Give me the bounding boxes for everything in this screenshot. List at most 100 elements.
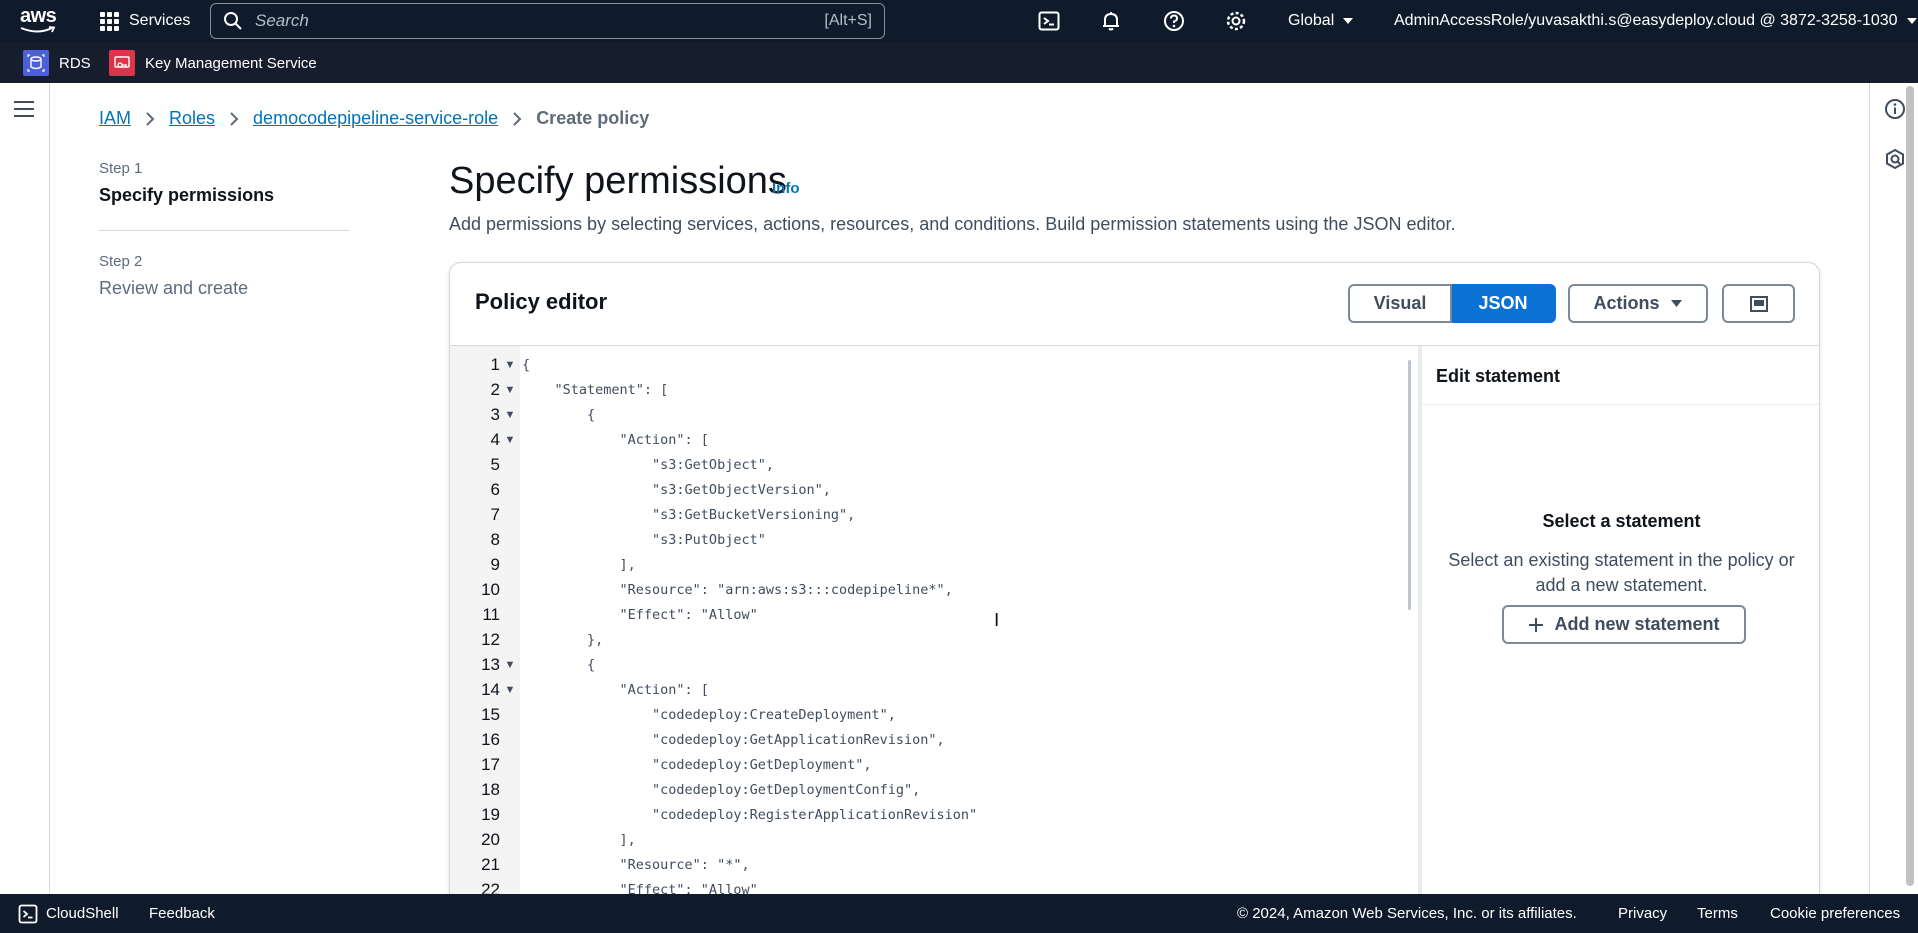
select-statement-description: Select an existing statement in the poli… xyxy=(1448,550,1795,595)
code-line[interactable]: 22 "Effect": "Allow" xyxy=(450,877,1418,895)
fold-caret-icon[interactable]: ▼ xyxy=(500,434,520,446)
notifications-bell-icon[interactable] xyxy=(1098,8,1124,34)
breadcrumb-role-name[interactable]: democodepipeline-service-role xyxy=(253,108,498,129)
breadcrumb-iam[interactable]: IAM xyxy=(99,108,131,129)
line-number: 12 xyxy=(481,629,500,649)
fold-caret-icon[interactable]: ▼ xyxy=(500,409,520,421)
page-scrollbar[interactable] xyxy=(1906,86,1914,886)
line-number: 18 xyxy=(481,779,500,799)
json-mode-button[interactable]: JSON xyxy=(1452,284,1556,323)
code-line[interactable]: 4 ▼ "Action": [ xyxy=(450,427,1418,452)
aws-logo-text: aws xyxy=(20,5,57,27)
line-number: 4 xyxy=(490,429,500,449)
code-line[interactable]: 20 ], xyxy=(450,827,1418,852)
search-input[interactable] xyxy=(255,11,825,31)
code-text: "codedeploy:CreateDeployment", xyxy=(522,706,896,723)
line-number: 13 xyxy=(481,654,500,674)
policy-editor-title: Policy editor xyxy=(475,289,608,314)
json-code-editor[interactable]: 1 ▼{2 ▼ "Statement": [3 ▼ {4 ▼ "Action": [5 … xyxy=(450,346,1418,894)
account-label: AdminAccessRole/yuvasakthi.s@easydeploy.… xyxy=(1394,12,1898,29)
code-line[interactable]: 11 "Effect": "Allow" xyxy=(450,602,1418,627)
toggle-side-panel-button[interactable] xyxy=(1722,284,1795,323)
services-grid-icon xyxy=(100,11,119,31)
settings-gear-icon[interactable] xyxy=(1223,8,1249,34)
line-number: 6 xyxy=(490,479,500,499)
favorite-kms[interactable]: Key Management Service xyxy=(109,50,317,76)
code-text: ], xyxy=(522,831,636,848)
code-line[interactable]: 10 "Resource": "arn:aws:s3:::codepipelin… xyxy=(450,577,1418,602)
line-number: 21 xyxy=(481,854,500,874)
aws-logo[interactable]: aws xyxy=(20,6,64,36)
help-icon[interactable] xyxy=(1161,8,1187,34)
line-number: 14 xyxy=(481,679,500,699)
visual-mode-button[interactable]: Visual xyxy=(1348,284,1452,323)
line-number: 9 xyxy=(490,554,500,574)
code-line[interactable]: 1 ▼{ xyxy=(450,352,1418,377)
fold-caret-icon[interactable]: ▼ xyxy=(500,659,520,671)
text-cursor-icon: I xyxy=(994,610,1000,631)
code-line[interactable]: 9 ], xyxy=(450,552,1418,577)
actions-dropdown-button[interactable]: Actions xyxy=(1568,284,1708,323)
editor-scrollbar[interactable] xyxy=(1408,360,1411,610)
region-selector[interactable]: Global xyxy=(1288,0,1354,42)
fold-caret-icon[interactable]: ▼ xyxy=(500,384,520,396)
search-bar[interactable]: [Alt+S] xyxy=(210,3,885,39)
footer-terms-link[interactable]: Terms xyxy=(1697,894,1738,933)
code-line[interactable]: 17 "codedeploy:GetDeployment", xyxy=(450,752,1418,777)
breadcrumb-roles[interactable]: Roles xyxy=(169,108,215,129)
code-line[interactable]: 5 "s3:GetObject", xyxy=(450,452,1418,477)
aws-smile-icon xyxy=(20,26,56,33)
code-line[interactable]: 19 "codedeploy:RegisterApplicationRevisi… xyxy=(450,802,1418,827)
code-line[interactable]: 21 "Resource": "*", xyxy=(450,852,1418,877)
code-line[interactable]: 15 "codedeploy:CreateDeployment", xyxy=(450,702,1418,727)
footer-cloudshell[interactable]: CloudShell xyxy=(18,894,119,933)
info-link[interactable]: Info xyxy=(772,180,800,197)
terms-label: Terms xyxy=(1697,905,1738,922)
q-assistant-icon[interactable] xyxy=(1884,148,1906,170)
editor-mode-toggle: Visual JSON xyxy=(1348,284,1556,323)
hamburger-menu-icon[interactable] xyxy=(13,100,35,118)
footer: CloudShell Feedback © 2024, Amazon Web S… xyxy=(0,894,1918,933)
policy-editor-panel: Policy editor Visual JSON Actions 1 ▼{2 ▼ … xyxy=(449,262,1820,894)
footer-feedback[interactable]: Feedback xyxy=(149,894,215,933)
footer-copyright: © 2024, Amazon Web Services, Inc. or its… xyxy=(1237,894,1577,933)
caret-down-icon xyxy=(1906,18,1917,24)
step-divider xyxy=(99,230,349,231)
code-text: "Resource": "arn:aws:s3:::codepipeline*"… xyxy=(522,581,953,598)
code-line[interactable]: 3 ▼ { xyxy=(450,402,1418,427)
line-number: 1 xyxy=(490,354,500,374)
edit-statement-title: Edit statement xyxy=(1436,366,1561,386)
services-menu[interactable]: Services xyxy=(100,0,190,42)
account-menu[interactable]: AdminAccessRole/yuvasakthi.s@easydeploy.… xyxy=(1394,0,1918,42)
code-line[interactable]: 8 "s3:PutObject" xyxy=(450,527,1418,552)
code-text: { xyxy=(522,656,596,673)
copyright-text: © 2024, Amazon Web Services, Inc. or its… xyxy=(1237,905,1577,922)
top-navigation: aws Services [Alt+S] Global AdminAcc xyxy=(0,0,1918,42)
line-number: 2 xyxy=(490,379,500,399)
footer-privacy-link[interactable]: Privacy xyxy=(1618,894,1667,933)
code-line[interactable]: 7 "s3:GetBucketVersioning", xyxy=(450,502,1418,527)
side-panel-divider xyxy=(1422,404,1819,405)
cloudshell-icon xyxy=(18,904,38,923)
footer-cookie-preferences-link[interactable]: Cookie preferences xyxy=(1770,894,1900,933)
code-line[interactable]: 12 }, xyxy=(450,627,1418,652)
code-line[interactable]: 2 ▼ "Statement": [ xyxy=(450,377,1418,402)
line-number: 3 xyxy=(490,404,500,424)
fold-caret-icon[interactable]: ▼ xyxy=(500,359,520,371)
code-line[interactable]: 6 "s3:GetObjectVersion", xyxy=(450,477,1418,502)
add-new-statement-button[interactable]: Add new statement xyxy=(1502,605,1746,644)
rds-icon xyxy=(23,50,49,76)
actions-label: Actions xyxy=(1593,293,1660,313)
search-icon xyxy=(224,12,242,30)
code-text: "codedeploy:GetApplicationRevision", xyxy=(522,731,945,748)
favorite-rds[interactable]: RDS xyxy=(23,50,91,76)
code-line[interactable]: 14 ▼ "Action": [ xyxy=(450,677,1418,702)
code-line[interactable]: 18 "codedeploy:GetDeploymentConfig", xyxy=(450,777,1418,802)
chevron-right-icon xyxy=(230,111,239,126)
code-line[interactable]: 16 "codedeploy:GetApplicationRevision", xyxy=(450,727,1418,752)
line-number: 16 xyxy=(481,729,500,749)
code-line[interactable]: 13 ▼ { xyxy=(450,652,1418,677)
info-panel-icon[interactable] xyxy=(1884,98,1906,120)
fold-caret-icon[interactable]: ▼ xyxy=(500,684,520,696)
cloudshell-icon[interactable] xyxy=(1036,8,1062,34)
